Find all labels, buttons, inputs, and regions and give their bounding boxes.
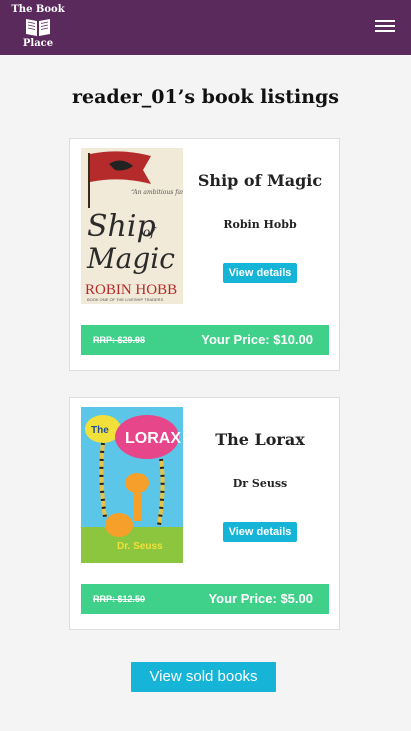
book-info: The Lorax Dr Seuss View details bbox=[194, 398, 326, 542]
book-listing-card: The LORAX Dr. Seuss The Lorax Dr Seuss V… bbox=[69, 397, 340, 630]
rrp-price: RRP: $29.98 bbox=[93, 335, 146, 345]
view-details-button[interactable]: View details bbox=[222, 263, 298, 283]
your-price: Your Price: $5.00 bbox=[208, 591, 313, 606]
book-author: Dr Seuss bbox=[232, 477, 288, 490]
svg-text:“An ambitious fantasy”: “An ambitious fantasy” bbox=[131, 189, 183, 196]
book-title: The Lorax bbox=[215, 430, 305, 449]
page-title: reader_01’s book listings bbox=[72, 86, 339, 108]
svg-text:LORAX: LORAX bbox=[125, 430, 181, 447]
view-sold-books-button[interactable]: View sold books bbox=[131, 662, 276, 692]
brand-line-1: The Book bbox=[11, 4, 65, 15]
your-price: Your Price: $10.00 bbox=[201, 332, 313, 347]
book-listing-card: “An ambitious fantasy” Ship of Magic ROB… bbox=[69, 138, 340, 371]
svg-text:Magic: Magic bbox=[86, 242, 175, 275]
hamburger-menu-icon[interactable] bbox=[375, 20, 395, 34]
brand-logo[interactable]: The Book Place bbox=[10, 4, 66, 52]
svg-text:BOOK ONE OF THE LIVESHIP TRADE: BOOK ONE OF THE LIVESHIP TRADERS bbox=[87, 297, 164, 302]
view-details-button[interactable]: View details bbox=[222, 522, 298, 542]
book-author: Robin Hobb bbox=[223, 218, 297, 231]
price-bar: RRP: $29.98 Your Price: $10.00 bbox=[81, 325, 329, 355]
price-bar: RRP: $12.50 Your Price: $5.00 bbox=[81, 584, 329, 614]
book-cover-image: The LORAX Dr. Seuss bbox=[81, 407, 183, 563]
book-info: Ship of Magic Robin Hobb View details bbox=[194, 139, 326, 283]
cover-author-text: Dr. Seuss bbox=[117, 541, 163, 552]
svg-text:The: The bbox=[91, 425, 109, 436]
book-cover-image: “An ambitious fantasy” Ship of Magic ROB… bbox=[81, 148, 183, 304]
book-title: Ship of Magic bbox=[197, 171, 323, 190]
open-book-icon bbox=[26, 19, 50, 36]
brand-line-2: Place bbox=[22, 38, 54, 49]
cover-author-text: ROBIN HOBB bbox=[85, 282, 177, 298]
navbar: The Book Place bbox=[0, 0, 411, 55]
rrp-price: RRP: $12.50 bbox=[93, 594, 146, 604]
